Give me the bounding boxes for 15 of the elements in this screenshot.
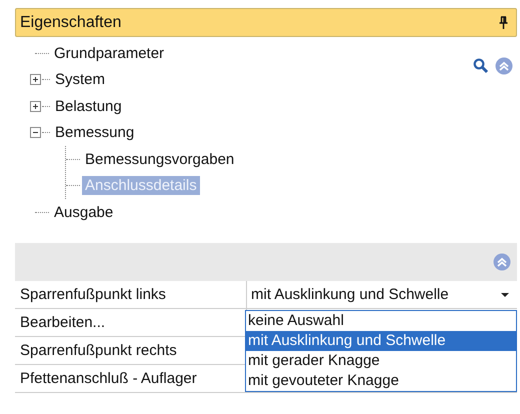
pin-icon[interactable] bbox=[499, 16, 508, 29]
tree-item[interactable]: Ausgabe bbox=[51, 202, 116, 222]
minus-icon[interactable] bbox=[30, 127, 41, 138]
dropdown-option[interactable]: mit Ausklinkung und Schwelle bbox=[246, 331, 516, 351]
tree-item[interactable]: Belastung bbox=[52, 96, 125, 116]
tree-item[interactable]: System bbox=[52, 70, 108, 90]
plus-icon[interactable] bbox=[30, 100, 41, 112]
tree-item[interactable]: Bemessung bbox=[52, 123, 138, 142]
search-icon[interactable] bbox=[473, 58, 489, 74]
plus-icon[interactable] bbox=[30, 74, 41, 86]
panel-title: Eigenschaften bbox=[20, 14, 122, 32]
tree-item[interactable]: Grundparameter bbox=[51, 44, 168, 63]
property-value[interactable]: mit Ausklinkung und Schwelle bbox=[251, 286, 449, 303]
dropdown-arrow-icon[interactable] bbox=[501, 292, 509, 296]
tree-item[interactable]: Bemessungsvorgaben bbox=[82, 150, 238, 169]
